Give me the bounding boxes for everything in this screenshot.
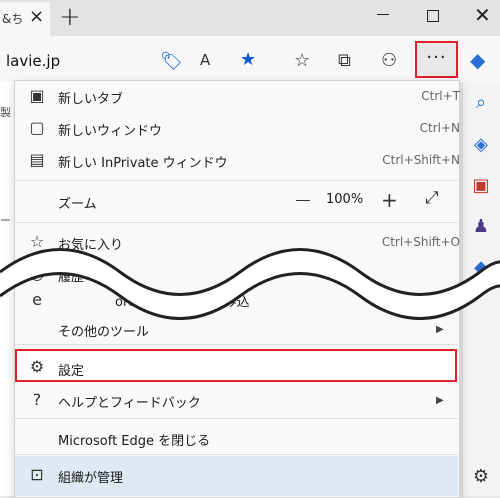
menu-shortcut: Ctrl+Shift+N — [382, 153, 460, 167]
read-aloud-icon[interactable]: A — [200, 51, 210, 69]
page-snippet: 製 — [0, 106, 11, 119]
menu-label: 組織が管理 — [58, 471, 124, 486]
menu-label: Microsoft Edge を閉じる — [58, 434, 211, 449]
menu-divider — [14, 454, 458, 455]
copilot-icon[interactable]: ◆ — [470, 48, 485, 72]
wavy-break-overlay — [0, 248, 500, 320]
briefcase-icon: ⊡ — [30, 465, 44, 484]
menu-label: 新しいタブ — [58, 92, 124, 107]
new-tab-icon: ▣ — [29, 86, 45, 105]
favorite-star-icon[interactable]: ★ — [240, 49, 256, 70]
window-close-icon[interactable]: ✕ — [474, 3, 491, 27]
favorites-icon[interactable]: ☆ — [294, 50, 310, 71]
menu-shortcut: Ctrl+N — [419, 121, 460, 135]
menu-shortcut: Ctrl+T — [421, 89, 460, 103]
zoom-in-button[interactable]: + — [381, 188, 398, 212]
settings-and-more-button[interactable]: ··· — [415, 41, 458, 78]
shopping-tag-icon[interactable]: ◈ — [470, 134, 492, 155]
tab-close-icon[interactable]: × — [29, 6, 44, 27]
menu-label: ヘルプとフィードバック — [58, 396, 201, 411]
menu-label: 設定 — [58, 364, 85, 379]
menu-divider — [14, 418, 458, 419]
menu-divider — [14, 222, 458, 223]
menu-divider — [14, 180, 458, 181]
settings-gear-icon: ⚙ — [29, 357, 45, 376]
address-bar-text[interactable]: lavie.jp — [6, 52, 60, 70]
new-tab-button[interactable]: + — [59, 2, 81, 32]
page-snippet: ー — [0, 214, 11, 227]
maximize-icon[interactable] — [427, 10, 439, 22]
profile-icon[interactable]: ⚇ — [381, 50, 397, 71]
sidebar-settings-gear-icon[interactable]: ⚙ — [470, 466, 492, 487]
tools-icon[interactable]: ▣ — [470, 175, 492, 196]
zoom-label: ズーム — [58, 197, 97, 212]
new-window-icon: ▢ — [29, 118, 45, 137]
menu-label: 新しいウィンドウ — [58, 124, 163, 139]
help-icon: ? — [32, 390, 42, 409]
inprivate-icon: ▤ — [29, 150, 45, 169]
search-icon[interactable]: ⌕ — [470, 92, 492, 113]
collections-icon[interactable]: ⧉ — [338, 50, 351, 71]
zoom-out-button[interactable] — [296, 200, 310, 201]
submenu-arrow-icon: ▶ — [436, 324, 444, 335]
coupon-tag-icon[interactable]: 🏷 — [160, 51, 183, 72]
submenu-arrow-icon: ▶ — [436, 395, 444, 406]
tab-title: &ち — [2, 12, 24, 26]
menu-label: 新しい InPrivate ウィンドウ — [58, 156, 228, 171]
menu-divider — [14, 344, 458, 345]
minimize-icon[interactable] — [377, 14, 389, 15]
fullscreen-icon[interactable]: ⤢ — [425, 188, 439, 208]
menu-label: その他のツール — [58, 325, 150, 340]
zoom-level: 100% — [326, 192, 364, 207]
